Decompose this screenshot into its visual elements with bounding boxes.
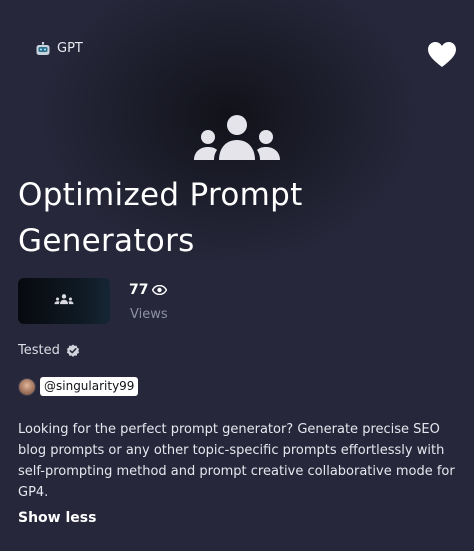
author-handle-link[interactable]: @singularity99: [40, 377, 139, 396]
gpt-tag: GPT: [35, 41, 83, 56]
heart-icon[interactable]: [428, 42, 456, 68]
page-title: Optimized Prompt Generators: [18, 177, 303, 259]
robot-icon: [36, 41, 50, 55]
verified-check-icon: [66, 344, 79, 357]
views-count: 77: [129, 282, 168, 298]
avatar: [18, 377, 36, 396]
show-less-button[interactable]: Show less: [18, 510, 96, 526]
gpt-thumbnail[interactable]: [18, 278, 110, 324]
views-count-value: 77: [129, 282, 149, 298]
author-row: @singularity99: [18, 377, 139, 396]
eye-icon: [152, 285, 168, 295]
views-label: Views: [130, 307, 168, 322]
users-group-icon: [54, 294, 74, 305]
gpt-tag-label: GPT: [57, 41, 83, 56]
users-group-icon: [194, 115, 280, 160]
description-text: Looking for the perfect prompt generator…: [18, 422, 455, 500]
tested-badge: Tested: [18, 343, 80, 358]
tested-label: Tested: [18, 343, 60, 358]
